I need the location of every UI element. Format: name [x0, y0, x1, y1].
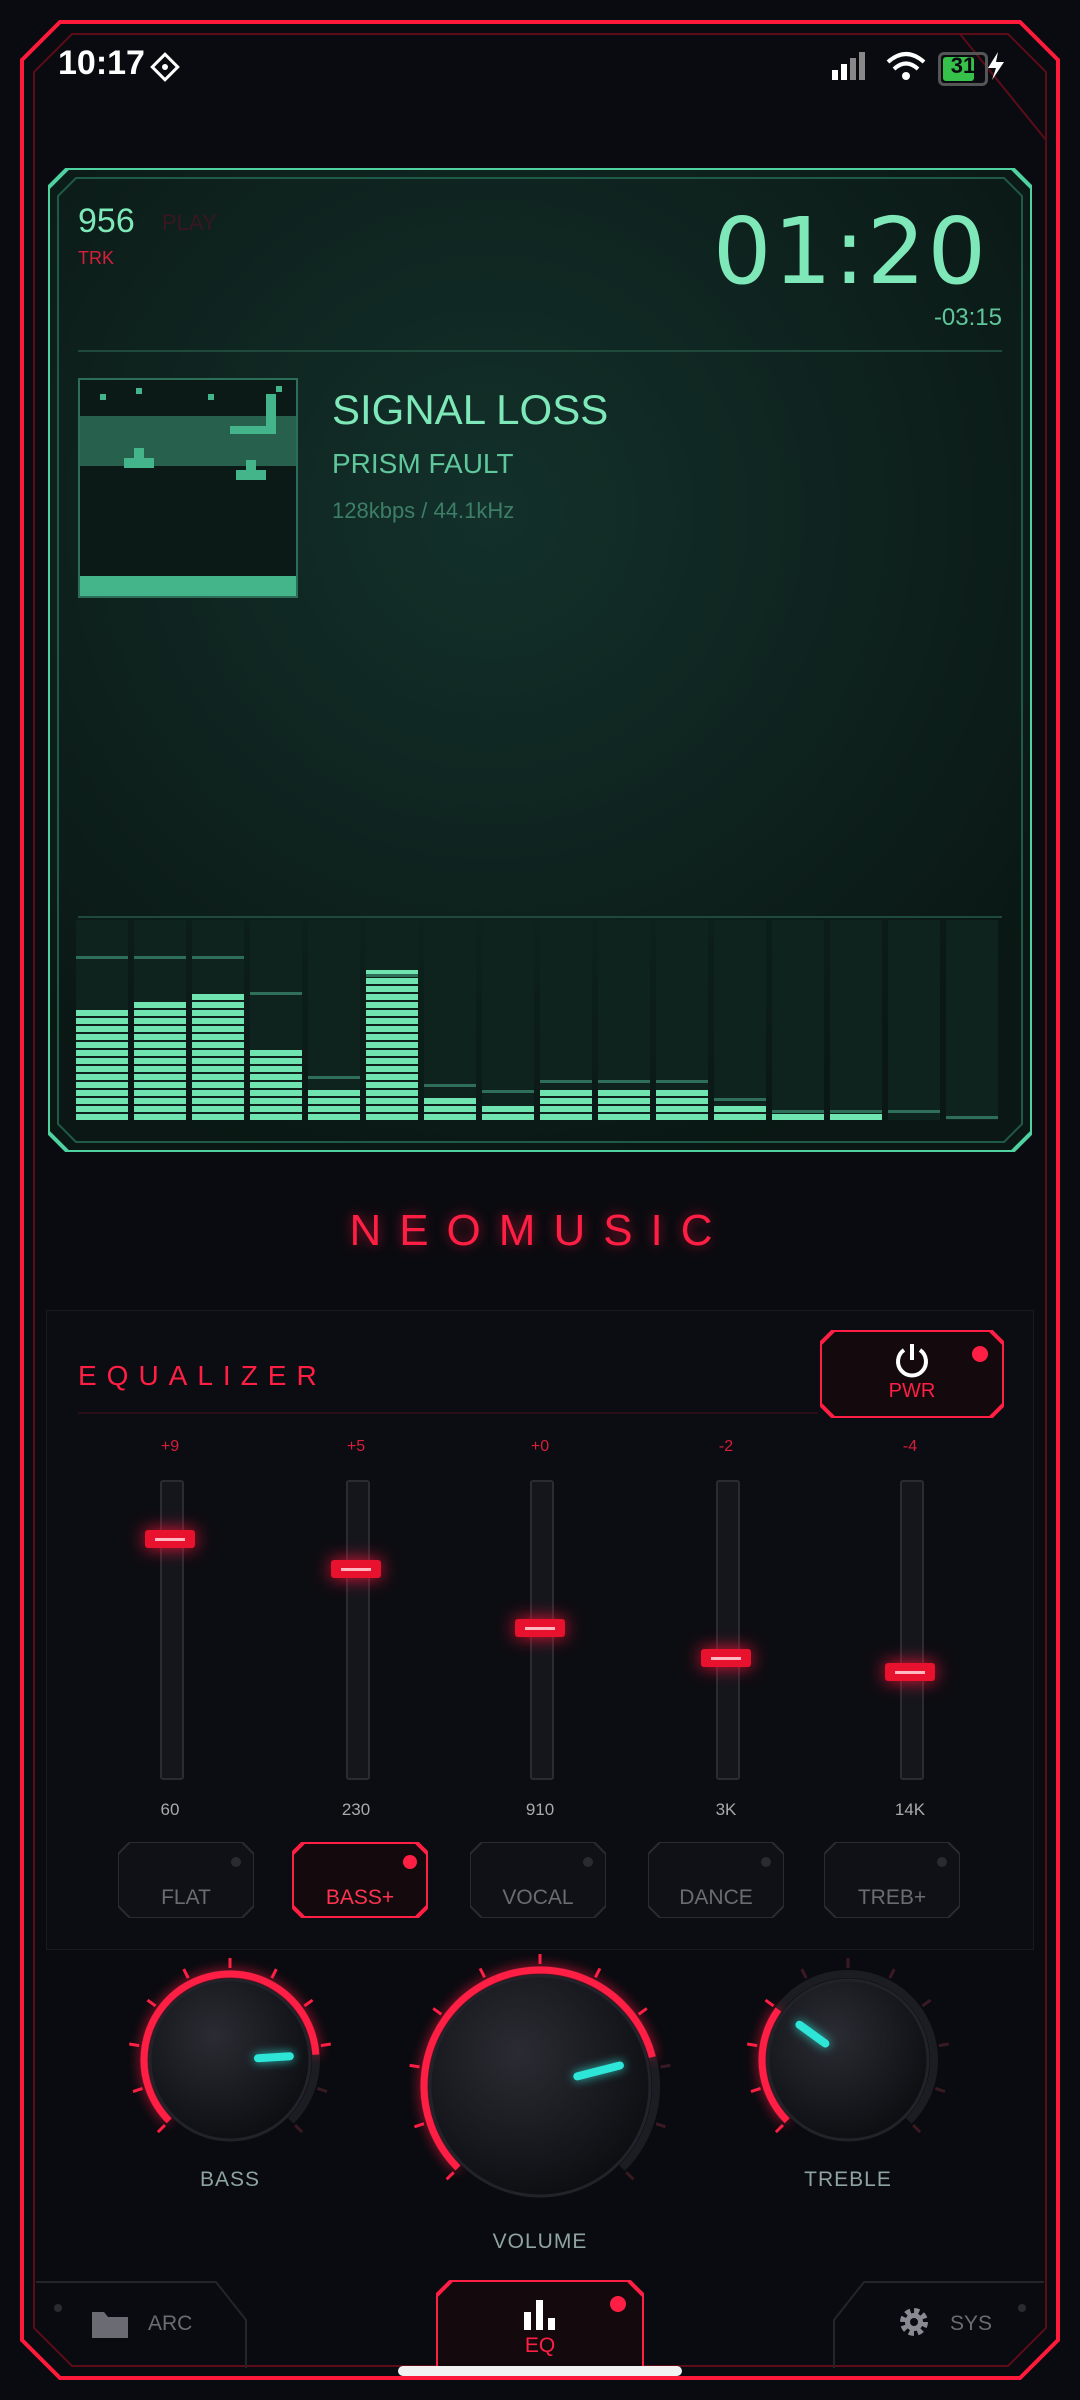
- spectrum-bar: [540, 920, 592, 1120]
- battery-indicator: 31: [938, 52, 988, 86]
- spectrum-bar: [134, 920, 186, 1120]
- wifi-icon: [886, 52, 926, 80]
- home-indicator[interactable]: [398, 2366, 682, 2376]
- spectrum-bar: [76, 920, 128, 1120]
- band-track[interactable]: [716, 1480, 740, 1780]
- eq-band-910[interactable]: +0 910: [500, 1438, 580, 1828]
- band-frequency: 230: [341, 1800, 371, 1819]
- folder-icon: [92, 2312, 128, 2338]
- preset-label: FLAT: [161, 1886, 211, 1909]
- pixel-art-image: [80, 386, 296, 596]
- preset-flat[interactable]: FLAT: [118, 1842, 254, 1918]
- treble-knob[interactable]: [738, 1950, 958, 2170]
- album-art: [78, 378, 298, 598]
- eq-band-230[interactable]: +5 230: [316, 1438, 396, 1828]
- song-title: SIGNAL LOSS: [332, 386, 609, 433]
- band-frequency: 60: [160, 1800, 180, 1819]
- preset-bass-plus[interactable]: BASS+: [292, 1842, 428, 1918]
- nav-eq[interactable]: EQ: [436, 2280, 644, 2368]
- band-handle[interactable]: [885, 1663, 935, 1681]
- band-frequency: 910: [525, 1800, 555, 1819]
- track-label: TRK: [78, 248, 114, 268]
- signal-icon: [832, 52, 865, 80]
- gear-icon: [900, 2308, 928, 2336]
- status-time: 10:17: [58, 44, 145, 82]
- equalizer-bars-icon: [524, 2300, 555, 2330]
- treble-label: TREBLE: [804, 2168, 892, 2191]
- spectrum-bar: [250, 920, 302, 1120]
- band-track[interactable]: [900, 1480, 924, 1780]
- band-gain: -4: [902, 1438, 918, 1455]
- location-diamond-icon: [150, 52, 180, 82]
- preset-label: BASS+: [325, 1886, 395, 1909]
- spectrum-bar: [598, 920, 650, 1120]
- display-divider: [78, 350, 1002, 352]
- track-number: 956: [78, 202, 135, 240]
- band-handle[interactable]: [515, 1619, 565, 1637]
- band-frequency: 14K: [894, 1800, 926, 1819]
- spectrum-bar: [192, 920, 244, 1120]
- eq-band-60[interactable]: +9 60: [130, 1438, 210, 1828]
- band-track[interactable]: [160, 1480, 184, 1780]
- spectrum-bar: [946, 920, 998, 1120]
- spectrum-bar: [424, 920, 476, 1120]
- remaining-time: -03:15: [933, 304, 1002, 331]
- band-handle[interactable]: [701, 1649, 751, 1667]
- eq-band-14k[interactable]: -4 14K: [870, 1438, 950, 1828]
- preset-dance[interactable]: DANCE: [648, 1842, 784, 1918]
- bass-knob[interactable]: [120, 1950, 340, 2170]
- power-button[interactable]: PWR: [820, 1330, 1004, 1418]
- bass-label: BASS: [199, 2168, 261, 2191]
- spectrum-bar: [830, 920, 882, 1120]
- nav-system[interactable]: SYS: [896, 2302, 1026, 2346]
- spectrum-bar: [482, 920, 534, 1120]
- preset-label: TREB+: [857, 1886, 927, 1909]
- band-gain: +9: [160, 1438, 180, 1455]
- nav-archive[interactable]: ARC: [92, 2306, 222, 2346]
- volume-knob[interactable]: [400, 1946, 680, 2226]
- eq-band-3k[interactable]: -2 3K: [686, 1438, 766, 1828]
- spectrum-divider: [78, 916, 1002, 918]
- band-track[interactable]: [346, 1480, 370, 1780]
- power-label: PWR: [888, 1380, 936, 1402]
- volume-label: VOLUME: [492, 2230, 588, 2253]
- audio-quality: 128kbps / 44.1kHz: [332, 498, 515, 523]
- artist-name: PRISM FAULT: [332, 448, 514, 479]
- preset-label: DANCE: [679, 1886, 753, 1909]
- charging-bolt-icon: [988, 52, 1004, 80]
- spectrum-bar: [714, 920, 766, 1120]
- preset-label: VOCAL: [502, 1886, 574, 1909]
- band-handle[interactable]: [331, 1560, 381, 1578]
- status-bar: 10:17 31: [0, 0, 1080, 130]
- spectrum-bar: [656, 920, 708, 1120]
- spectrum-bar: [308, 920, 360, 1120]
- equalizer-title: EQUALIZER: [78, 1360, 327, 1391]
- band-handle[interactable]: [145, 1530, 195, 1548]
- preset-vocal[interactable]: VOCAL: [470, 1842, 606, 1918]
- band-gain: +0: [530, 1438, 550, 1455]
- equalizer-rule: [78, 1412, 818, 1414]
- spectrum-bar: [366, 920, 418, 1120]
- power-icon: [896, 1344, 928, 1378]
- spectrum-analyzer: [76, 920, 998, 1120]
- spectrum-bar: [888, 920, 940, 1120]
- band-gain: -2: [718, 1438, 734, 1455]
- spectrum-bar: [772, 920, 824, 1120]
- play-state: PLAY: [162, 210, 217, 235]
- band-gain: +5: [346, 1438, 366, 1455]
- elapsed-time: 01:20: [712, 198, 988, 305]
- brand-title: NEOMUSIC: [349, 1206, 731, 1255]
- preset-treb-plus[interactable]: TREB+: [824, 1842, 960, 1918]
- band-frequency: 3K: [715, 1800, 737, 1819]
